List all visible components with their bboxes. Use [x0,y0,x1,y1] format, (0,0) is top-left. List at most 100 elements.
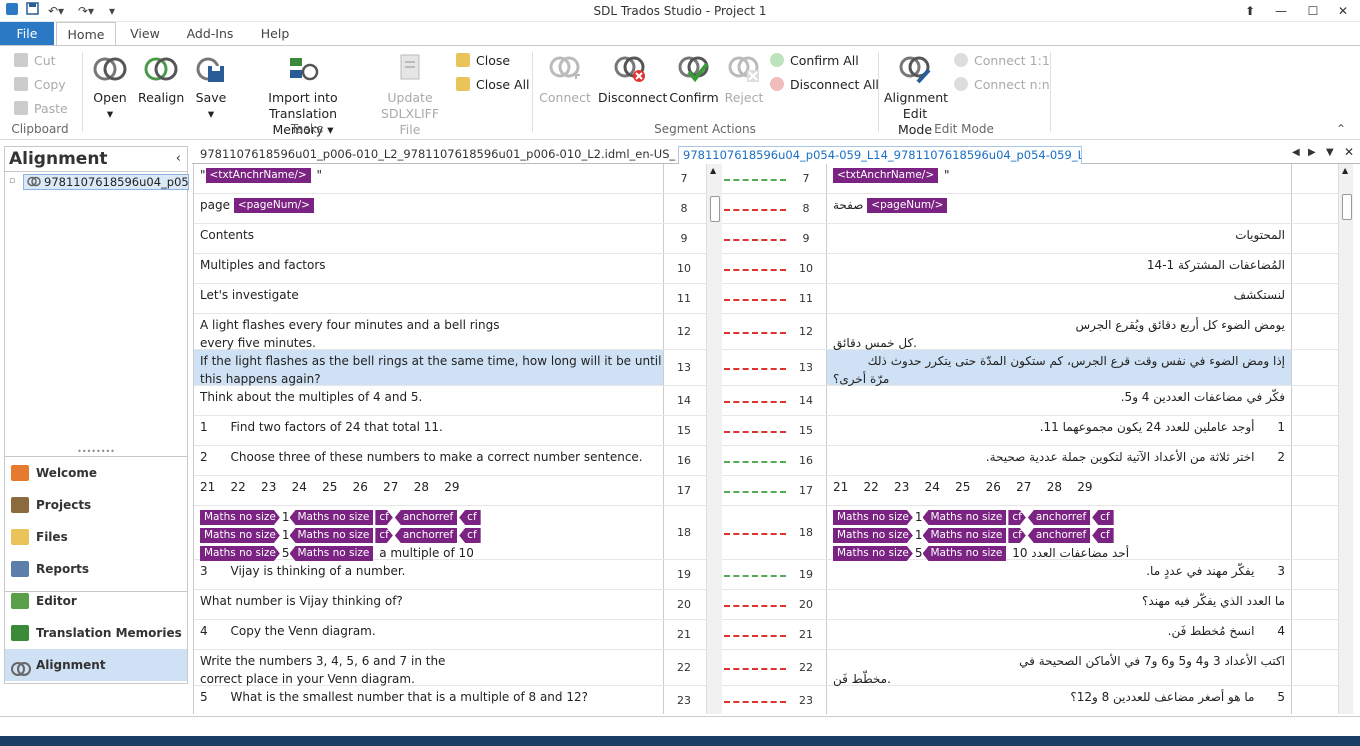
alignment-row[interactable]: 21 22 23 24 25 26 27 28 29 17 17 21 22 23 2… [194,476,1340,506]
scroll-up-icon[interactable]: ▲ [1342,166,1348,175]
confirmed-connection-line[interactable] [724,460,786,463]
nav-alignment[interactable]: Alignment [5,649,187,681]
paste-button[interactable]: Paste [14,100,68,118]
scroll-thumb[interactable] [710,196,720,222]
target-segment[interactable]: Maths no size 1 Maths no size cf anchorref cf… [826,506,1292,561]
target-segment[interactable]: 2 اختر ثلاثة من الأعداد الآتية لتكوين جم… [826,446,1292,475]
maximize-button[interactable]: ☐ [1298,0,1328,22]
unconfirmed-connection-line[interactable] [724,400,786,403]
tree-item-alignment-file[interactable]: 9781107618596u04_p054-0 [23,174,189,190]
tab-file[interactable]: File [0,22,54,46]
source-segment[interactable]: Think about the multiples of 4 and 5. [194,386,664,415]
target-segment[interactable]: اكتب الأعداد 3 و4 و5 و6 و7 في الأماكن ال… [826,650,1292,686]
tab-add-ins[interactable]: Add-Ins [178,22,242,46]
source-segment[interactable]: Maths no size 1 Maths no size cf anchorref cf… [194,506,664,561]
tab-home[interactable]: Home [56,22,116,46]
save-button[interactable]: Save ▾ [190,50,232,122]
tree-expander-icon[interactable]: ▫ [9,176,15,186]
target-segment[interactable]: إذا ومض الضوء في نفس وقت قرع الجرس، كم س… [826,350,1292,386]
close-button[interactable]: Close [456,52,510,70]
tab-list-icon[interactable]: ▼ [1326,147,1334,158]
reject-button[interactable]: Reject [722,50,766,106]
unconfirmed-connection-line[interactable] [724,367,786,370]
alignment-row[interactable]: A light flashes every four minutes and a… [194,314,1340,350]
nav-files[interactable]: Files [5,521,187,553]
connect-button[interactable]: Connect [538,50,592,106]
alignment-row[interactable]: 2 Choose three of these numbers to make … [194,446,1340,476]
cut-button[interactable]: Cut [14,52,56,70]
disconnect-all-button[interactable]: Disconnect All [770,76,879,94]
alignment-row[interactable]: 1 Find two factors of 24 that total 11. 1… [194,416,1340,446]
alignment-row[interactable]: 4 Copy the Venn diagram. 21 21 4 انسخ مُخطط… [194,620,1340,650]
alignment-row[interactable]: 3 Vijay is thinking of a number. 19 19 3 يف… [194,560,1340,590]
unconfirmed-connection-line[interactable] [724,208,786,211]
minimize-button[interactable]: — [1266,0,1296,22]
alignment-row[interactable]: Contents 9 9 المحتويات [194,224,1340,254]
tab-scroll-left-icon[interactable]: ◀ [1292,147,1300,158]
target-segment[interactable]: 4 انسخ مُخطط فَن. [826,620,1292,649]
target-segment[interactable]: 21 22 23 24 25 26 27 28 29 [826,476,1292,505]
ribbon-display-icon[interactable]: ⬆ [1235,0,1265,22]
tab-view[interactable]: View [118,22,172,46]
alignment-row[interactable]: What number is Vijay thinking of? 20 20 ما … [194,590,1340,620]
target-segment[interactable]: 5 ما هو أصغر مضاعف للعددين 8 و12؟ [826,686,1292,714]
confirmed-connection-line[interactable] [724,178,786,181]
nav-reports[interactable]: Reports [5,553,187,585]
alignment-row[interactable]: Write the numbers 3, 4, 5, 6 and 7 in th… [194,650,1340,686]
unconfirmed-connection-line[interactable] [724,667,786,670]
target-segment[interactable]: المُضاعفات المشتركة 1-14 [826,254,1292,283]
source-segment[interactable]: page <pageNum/> [194,194,664,223]
realign-button[interactable]: Realign [138,50,184,106]
close-window-button[interactable]: ✕ [1328,0,1358,22]
source-segment[interactable]: Let's investigate [194,284,664,313]
source-scrollbar[interactable]: ▲ [706,164,722,714]
alignment-row[interactable]: 5 What is the smallest number that is a … [194,686,1340,714]
source-segment[interactable]: Write the numbers 3, 4, 5, 6 and 7 in th… [194,650,664,686]
collapse-ribbon-icon[interactable]: ⌃ [1336,122,1346,136]
close-all-button[interactable]: Close All [456,76,530,94]
unconfirmed-connection-line[interactable] [724,532,786,535]
unconfirmed-connection-line[interactable] [724,700,786,703]
alignment-row[interactable]: " <txtAnchrName/> " 7 7 <txtAnchrName/> " [194,164,1340,194]
target-segment[interactable]: يومض الضوء كل أربع دقائق ويُقرع الجرس كل … [826,314,1292,350]
scroll-thumb[interactable] [1342,194,1352,220]
source-segment[interactable]: " <txtAnchrName/> " [194,164,664,193]
source-segment[interactable]: Contents [194,224,664,253]
unconfirmed-connection-line[interactable] [724,268,786,271]
scroll-up-icon[interactable]: ▲ [710,166,716,175]
source-segment[interactable]: 5 What is the smallest number that is a … [194,686,664,714]
nav-translation-memories[interactable]: Translation Memories [5,617,187,649]
source-segment[interactable]: 1 Find two factors of 24 that total 11. [194,416,664,445]
target-segment[interactable]: صفحة <pageNum/> [826,194,1292,223]
unconfirmed-connection-line[interactable] [724,634,786,637]
target-segment[interactable]: فكّر في مضاعفات العددين 4 و5. [826,386,1292,415]
target-segment[interactable]: <txtAnchrName/> " [826,164,1292,193]
copy-button[interactable]: Copy [14,76,66,94]
source-segment[interactable]: 3 Vijay is thinking of a number. [194,560,664,589]
source-segment[interactable]: 2 Choose three of these numbers to make … [194,446,664,475]
tab-scroll-right-icon[interactable]: ▶ [1308,147,1316,158]
nav-welcome[interactable]: Welcome [5,457,187,489]
alignment-row[interactable]: Let's investigate 11 11 لنستكشف [194,284,1340,314]
close-tab-icon[interactable]: ✕ [1344,145,1354,159]
confirmed-connection-line[interactable] [724,490,786,493]
source-segment[interactable]: A light flashes every four minutes and a… [194,314,664,350]
unconfirmed-connection-line[interactable] [724,604,786,607]
tab-help[interactable]: Help [248,22,302,46]
unconfirmed-connection-line[interactable] [724,238,786,241]
doc-tab-u04[interactable]: 9781107618596u04_p054-059_L14_9781107618… [678,146,1082,164]
confirm-all-button[interactable]: Confirm All [770,52,859,70]
connect-1-1-button[interactable]: Connect 1:1 [954,52,1050,70]
nav-editor[interactable]: Editor [5,585,187,617]
source-segment[interactable]: 4 Copy the Venn diagram. [194,620,664,649]
target-segment[interactable]: المحتويات [826,224,1292,253]
target-segment[interactable]: 3 يفكّر مهند في عددٍ ما. [826,560,1292,589]
doc-tab-u01[interactable]: 9781107618596u01_p006-010_L2_97811076185… [196,146,676,164]
disconnect-button[interactable]: Disconnect [598,50,667,106]
alignment-row[interactable]: Multiples and factors 10 10 المُضاعفات المش… [194,254,1340,284]
target-segment[interactable]: لنستكشف [826,284,1292,313]
source-segment[interactable]: Multiples and factors [194,254,664,283]
source-segment[interactable]: 21 22 23 24 25 26 27 28 29 [194,476,664,505]
alignment-row[interactable]: If the light flashes as the bell rings a… [194,350,1340,386]
target-segment[interactable]: ما العدد الذي يفكّر فيه مهند؟ [826,590,1292,619]
